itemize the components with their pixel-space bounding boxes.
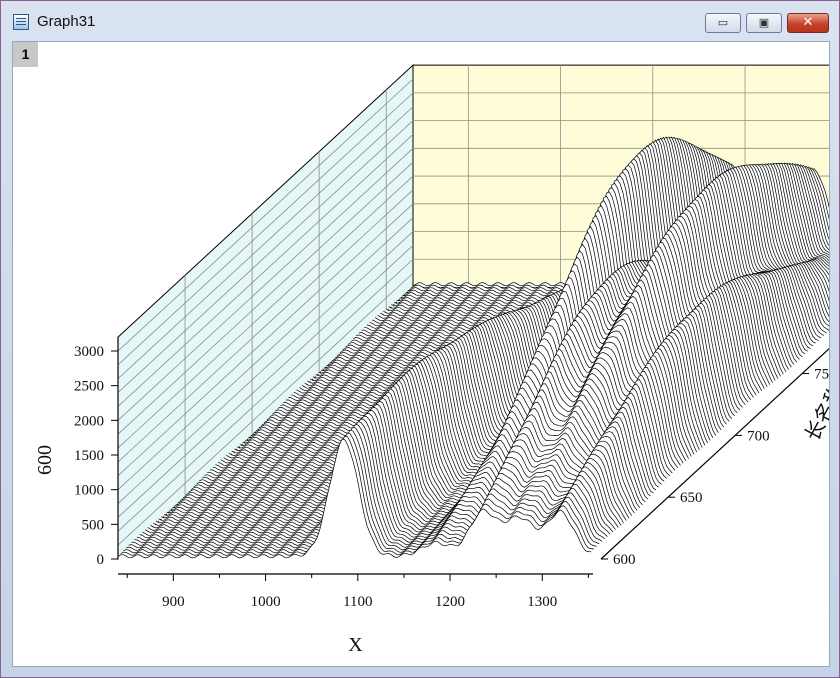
graph-page[interactable]: 1 900 1000 1100 1200 1300 X 0 500 1000 1500 2000 25… [12, 41, 830, 667]
z-tick-label: 1500 [74, 448, 104, 464]
close-button[interactable]: ✕ [787, 13, 829, 33]
z-axis-title: 600 [34, 445, 56, 475]
z-tick-label: 3000 [74, 344, 104, 360]
z-tick-label: 2000 [74, 413, 104, 429]
x-axis-title: X [348, 634, 363, 656]
graph-window: Graph31 ▭ ▣ ✕ 1 900 1000 1100 1200 1300 X 0 500… [0, 0, 840, 678]
y-tick-label: 750 [814, 367, 829, 383]
z-tick-label: 2500 [74, 379, 104, 395]
window-title: Graph31 [37, 13, 96, 30]
y-tick-label: 600 [613, 552, 636, 568]
x-tick-label: 1300 [527, 594, 557, 610]
z-tick-label: 0 [97, 552, 105, 568]
x-tick-label: 900 [162, 594, 185, 610]
graph-window-icon [13, 14, 29, 30]
title-bar[interactable]: Graph31 ▭ ▣ ✕ [1, 1, 839, 41]
y-tick-label: 700 [747, 428, 770, 444]
minimize-button[interactable]: ▭ [705, 13, 741, 33]
waterfall-chart[interactable]: 900 1000 1100 1200 1300 X 0 500 1000 1500 2000 2500… [13, 42, 829, 666]
maximize-button[interactable]: ▣ [746, 13, 782, 33]
x-tick-label: 1000 [251, 594, 281, 610]
z-tick-label: 500 [82, 517, 105, 533]
y-tick-label: 650 [680, 490, 703, 506]
x-tick-label: 1100 [343, 594, 372, 610]
x-tick-label: 1200 [435, 594, 465, 610]
y-axis-title: 长名称 [801, 381, 829, 445]
z-tick-label: 1000 [74, 483, 104, 499]
